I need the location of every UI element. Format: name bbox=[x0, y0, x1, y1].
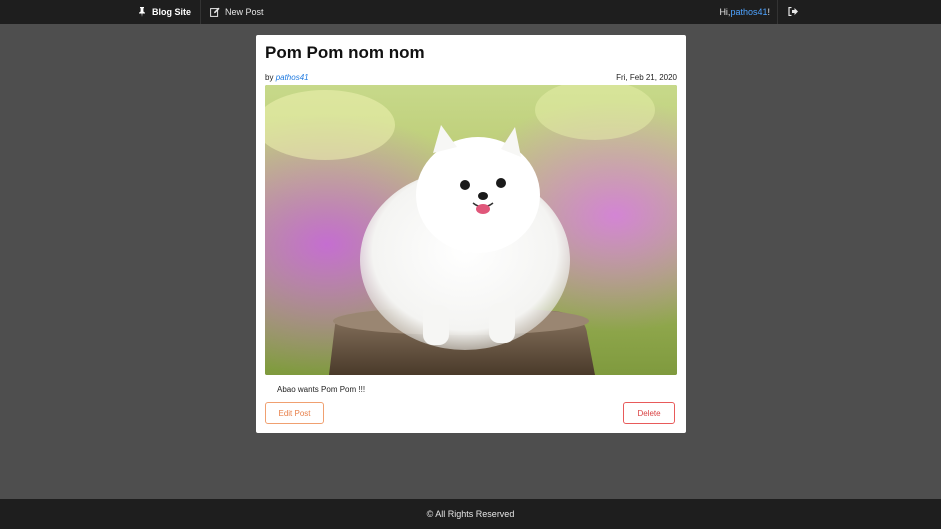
logout-button[interactable] bbox=[778, 0, 808, 24]
post-byline: by pathos41 bbox=[265, 73, 309, 82]
brand-link[interactable]: Blog Site bbox=[128, 0, 202, 24]
sign-out-icon bbox=[788, 3, 798, 21]
post-image bbox=[265, 85, 677, 375]
greeting-suffix: ! bbox=[767, 7, 770, 17]
delete-post-button[interactable]: Delete bbox=[623, 402, 675, 424]
post-title: Pom Pom nom nom bbox=[265, 43, 425, 62]
post-card: Pom Pom nom nom by pathos41 Fri, Feb 21,… bbox=[256, 35, 686, 433]
post-body: Abao wants Pom Pom !!! bbox=[277, 385, 366, 394]
brand-label: Blog Site bbox=[152, 7, 192, 17]
by-label: by bbox=[265, 73, 274, 82]
user-greeting: Hi, pathos41! bbox=[719, 0, 778, 24]
nav-right: Hi, pathos41! bbox=[719, 0, 808, 24]
edit-icon bbox=[210, 7, 220, 17]
username-link[interactable]: pathos41 bbox=[730, 7, 767, 17]
pomeranian-photo bbox=[265, 85, 677, 375]
post-author-link[interactable]: pathos41 bbox=[276, 73, 309, 82]
nav-left: Blog Site New Post bbox=[128, 0, 273, 24]
footer: © All Rights Reserved bbox=[0, 499, 941, 529]
post-meta: by pathos41 Fri, Feb 21, 2020 bbox=[265, 73, 677, 82]
new-post-label: New Post bbox=[225, 7, 264, 17]
copyright-text: © All Rights Reserved bbox=[426, 509, 515, 519]
new-post-link[interactable]: New Post bbox=[201, 0, 273, 24]
pin-icon bbox=[137, 7, 147, 17]
greeting-prefix: Hi, bbox=[719, 7, 731, 17]
post-date: Fri, Feb 21, 2020 bbox=[616, 73, 677, 82]
edit-post-button[interactable]: Edit Post bbox=[265, 402, 324, 424]
navbar: Blog Site New Post Hi, pathos41! bbox=[0, 0, 941, 24]
